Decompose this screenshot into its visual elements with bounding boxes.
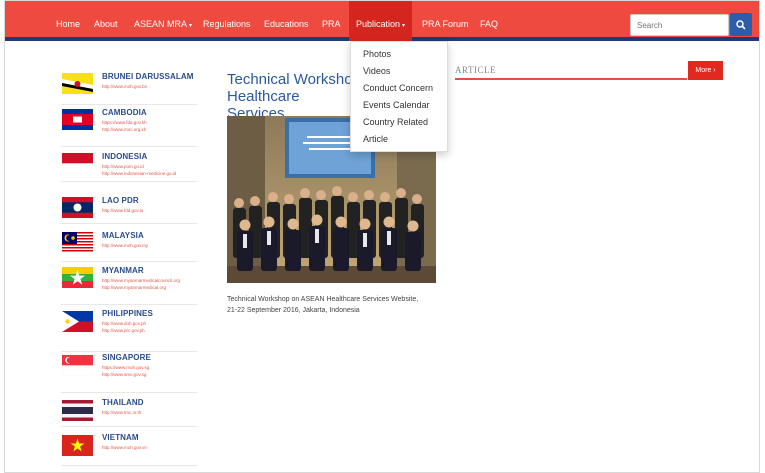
flag-vietnam-icon xyxy=(62,435,93,456)
news-title-line-1: Technical Worksho xyxy=(227,71,353,88)
search-input[interactable] xyxy=(630,14,729,36)
country-malaysia[interactable]: MALAYSIA http://www.moh.gov.my xyxy=(61,231,197,262)
chevron-down-icon: ▾ xyxy=(189,23,193,29)
country-link[interactable]: https://www.fda.gov.kh xyxy=(102,120,197,125)
country-name: LAO PDR xyxy=(102,196,139,205)
country-link[interactable]: http://www.tmc.or.th xyxy=(102,410,197,415)
country-link[interactable]: http://www.pom.go.id xyxy=(102,164,197,169)
country-singapore[interactable]: SINGAPORE https://www.moh.gov.sg http://… xyxy=(61,353,197,393)
country-name: MALAYSIA xyxy=(102,231,144,240)
flag-cambodia-icon xyxy=(62,109,93,130)
top-navbar: Home About ASEAN MRA ▾ Regulations Educat… xyxy=(5,1,759,41)
caption-line-2: 21-22 September 2016, Jakarta, Indonesia xyxy=(227,307,360,314)
flag-myanmar-icon xyxy=(62,267,93,288)
country-link[interactable]: http://www.moh.gov.vn xyxy=(102,445,197,450)
article-section-heading: ARTICLE xyxy=(455,65,496,75)
country-name: THAILAND xyxy=(102,398,144,407)
country-link[interactable]: http://www.smc.gov.sg xyxy=(102,372,197,377)
nav-regulations[interactable]: Regulations xyxy=(203,1,251,41)
menu-item-conduct-concern[interactable]: Conduct Concern xyxy=(363,83,433,93)
country-name: MYANMAR xyxy=(102,266,144,275)
country-link[interactable]: http://www.moc.org.kh xyxy=(102,127,197,132)
country-name: PHILIPPINES xyxy=(102,309,153,318)
menu-item-country-related[interactable]: Country Related xyxy=(363,117,428,127)
nav-pra-forum[interactable]: PRA Forum xyxy=(422,1,469,41)
menu-item-videos[interactable]: Videos xyxy=(363,66,390,76)
news-title[interactable]: Technical Worksho Healthcare Services xyxy=(227,71,357,122)
menu-item-article[interactable]: Article xyxy=(363,134,388,144)
country-lao[interactable]: LAO PDR http://www.fdd.gov.la xyxy=(61,196,197,224)
country-link[interactable]: http://www.myanmarmedicalcouncil.org xyxy=(102,278,197,283)
country-link[interactable]: http://www.prc.gov.ph xyxy=(102,328,197,333)
nav-asean-mra-label: ASEAN MRA xyxy=(134,19,188,29)
menu-item-events-calendar[interactable]: Events Calendar xyxy=(363,100,430,110)
nav-home[interactable]: Home xyxy=(56,1,80,41)
country-name: BRUNEI DARUSSALAM xyxy=(102,72,194,81)
article-divider xyxy=(455,78,687,80)
chevron-down-icon: ▾ xyxy=(402,23,406,29)
country-myanmar[interactable]: MYANMAR http://www.myanmarmedicalcouncil… xyxy=(61,266,197,305)
country-link[interactable]: http://www.myanmarmedical.org xyxy=(102,285,197,290)
nav-publication-label: Publication xyxy=(356,19,401,29)
nav-asean-mra[interactable]: ASEAN MRA ▾ xyxy=(134,1,192,41)
caption-line-1: Technical Workshop on ASEAN Healthcare S… xyxy=(227,296,419,303)
flag-malaysia-icon xyxy=(62,232,93,253)
flag-philippines-icon xyxy=(62,311,93,332)
nav-pra[interactable]: PRA xyxy=(322,1,341,41)
photo-caption: Technical Workshop on ASEAN Healthcare S… xyxy=(227,294,447,316)
country-link[interactable]: http://www.doh.gov.ph xyxy=(102,321,197,326)
search-button[interactable] xyxy=(730,13,752,36)
nav-about[interactable]: About xyxy=(94,1,118,41)
country-indonesia[interactable]: INDONESIA http://www.pom.go.id http://ww… xyxy=(61,152,197,182)
country-link[interactable]: http://www.moh.gov.bn xyxy=(102,84,197,89)
more-button[interactable]: More › xyxy=(688,61,723,80)
publication-dropdown-menu: Photos Videos Conduct Concern Events Cal… xyxy=(350,41,448,152)
flag-lao-icon xyxy=(62,197,93,218)
country-name: INDONESIA xyxy=(102,152,148,161)
country-link[interactable]: https://www.moh.gov.sg xyxy=(102,365,197,370)
flag-singapore-icon xyxy=(62,355,93,376)
country-thailand[interactable]: THAILAND http://www.tmc.or.th xyxy=(61,398,197,427)
country-name: SINGAPORE xyxy=(102,353,151,362)
country-brunei[interactable]: BRUNEI DARUSSALAM http://www.moh.gov.bn xyxy=(61,72,197,105)
country-link[interactable]: http://www.moh.gov.my xyxy=(102,243,197,248)
country-vietnam[interactable]: VIETNAM http://www.moh.gov.vn xyxy=(61,433,197,466)
menu-item-photos[interactable]: Photos xyxy=(363,49,391,59)
nav-publication[interactable]: Publication ▾ xyxy=(349,1,413,41)
flag-brunei-icon xyxy=(62,73,93,94)
search-icon xyxy=(736,19,746,30)
country-link[interactable]: http://www.fdd.gov.la xyxy=(102,208,197,213)
country-name: CAMBODIA xyxy=(102,108,147,117)
country-philippines[interactable]: PHILIPPINES http://www.doh.gov.ph http:/… xyxy=(61,309,197,352)
nav-educations[interactable]: Educations xyxy=(264,1,309,41)
flag-thailand-icon xyxy=(62,400,93,421)
flag-indonesia-icon xyxy=(62,153,93,174)
country-name: VIETNAM xyxy=(102,433,139,442)
nav-faq[interactable]: FAQ xyxy=(480,1,498,41)
page-frame: Home About ASEAN MRA ▾ Regulations Educat… xyxy=(4,0,760,473)
country-link[interactable]: http://www.indonesian-medicine.go.id xyxy=(102,171,197,176)
country-cambodia[interactable]: CAMBODIA https://www.fda.gov.kh http://w… xyxy=(61,108,197,147)
